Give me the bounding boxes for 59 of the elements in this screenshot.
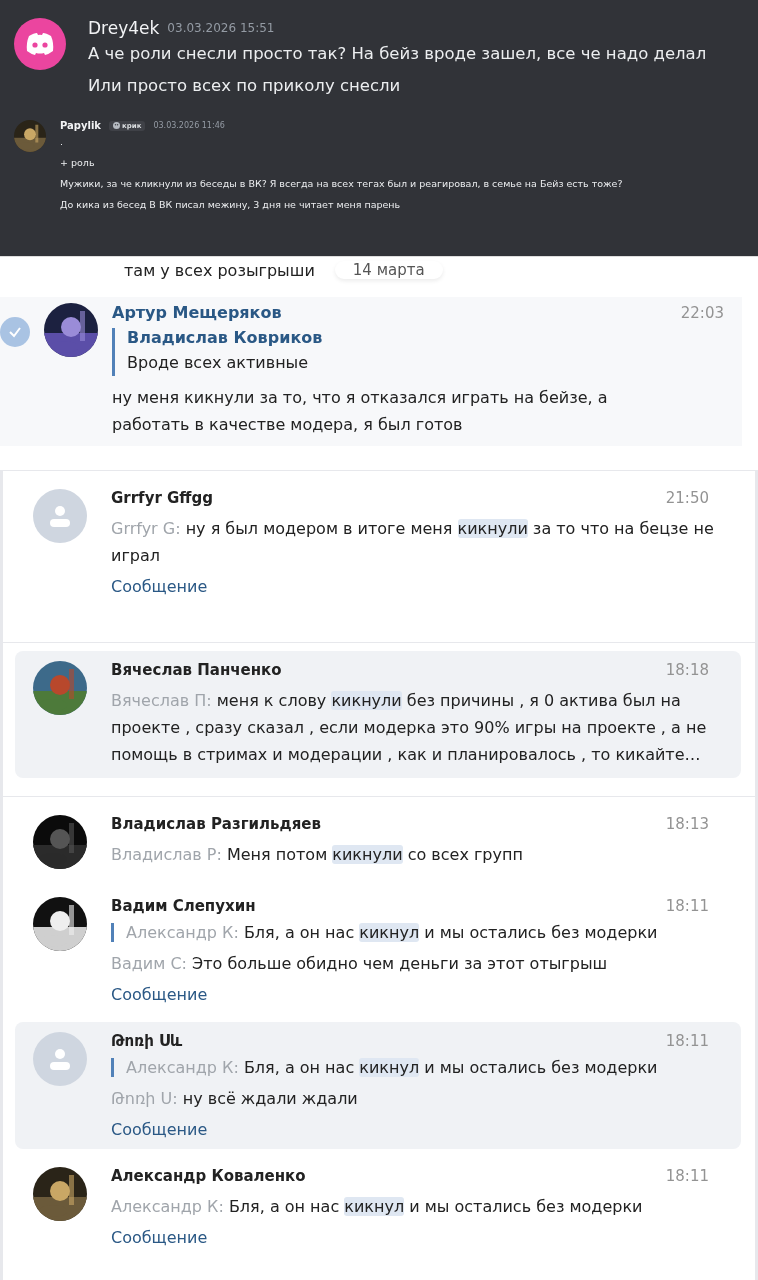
author-name: Александр Коваленко xyxy=(111,1167,306,1185)
message-text: Вячеслав П: меня к слову кикнули без причины , я 0 актива был на проекте , сразу сказал , если модерка это 90% игры на проекте , а не помощь в стримах и модерации , как и планировалось , то кикайте… xyxy=(111,690,708,766)
message-link[interactable]: Сообщение xyxy=(111,1120,727,1139)
message-time: 03.03.2026 11:46 xyxy=(153,121,225,130)
author-name: Grrfyr Gffgg xyxy=(111,489,213,507)
search-result[interactable] xyxy=(15,651,741,778)
message-time: 18:13 xyxy=(665,815,709,833)
search-highlight: кикнули xyxy=(331,691,402,710)
message-text: . xyxy=(60,135,65,149)
message-text: До кика из бесед В ВК писал межину, 3 дня не читает меня парень xyxy=(60,198,402,212)
author-name: Թոռի Սև xyxy=(111,1032,183,1050)
message-text: там у всех розыгрыши xyxy=(124,260,315,280)
search-result[interactable]: Թոռի Սև 18:11 Александр К: Бля, а он нас кикнул и мы остались без модерки Թոռի Ս: ну всё ждали ждали Сообщение xyxy=(15,1022,741,1149)
message-time: 18:11 xyxy=(665,1167,709,1185)
message-text: Вадим С: Это больше обидно чем деньги за этот отыгрыш xyxy=(111,953,609,975)
discord-logo-icon xyxy=(14,18,66,70)
message-time: 03.03.2026 15:51 xyxy=(167,21,275,35)
author-name: Вячеслав Панченко xyxy=(111,661,282,679)
message-text: Grrfyr G: ну я был модером в итоге меня кикнули за то что на бецзе не играл xyxy=(111,518,715,567)
search-result[interactable]: Grrfyr Gffgg 21:50 Grrfyr G: ну я был модером в итоге меня кикнули за то что на бецзе не играл Сообщение xyxy=(15,479,741,606)
search-result[interactable]: Вадим Слепухин 18:11 Александр К: Бля, а он нас кикнул и мы остались без модерки Вадим С: Это больше обидно чем деньги за этот отыгрыш Сообщение xyxy=(15,887,741,1014)
message-text: Владислав Р: Меня потом кикнули со всех групп xyxy=(111,844,524,866)
search-highlight: кикнул xyxy=(344,1197,405,1216)
role-icon xyxy=(113,122,120,129)
message-text: Թոռի Ս: ну всё ждали ждали xyxy=(111,1088,359,1110)
message-text: Мужики, за че кликнули из беседы в ВК? Я всегда на всех тегах был и реагировал, в семье на Бейз есть тоже? xyxy=(60,177,623,191)
author-name: Владислав Разгильдяев xyxy=(111,815,321,833)
message-link[interactable]: Сообщение xyxy=(111,577,727,596)
quoted-message: Александр К: Бля, а он нас кикнул и мы остались без модерки xyxy=(111,923,727,942)
search-highlight: кикнул xyxy=(359,1058,420,1077)
user-icon xyxy=(48,504,72,528)
search-highlight: кикнули xyxy=(332,845,403,864)
message-time: 18:18 xyxy=(665,661,709,679)
user-icon xyxy=(48,1047,72,1071)
author-name[interactable]: Артур Мещеряков xyxy=(112,303,282,322)
reply-author[interactable]: Владислав Ковриков xyxy=(127,328,742,347)
quoted-message: Александр К: Бля, а он нас кикнул и мы остались без модерки xyxy=(111,1058,727,1077)
message-time: 18:11 xyxy=(665,1032,709,1050)
message-time: 22:03 xyxy=(680,303,724,322)
message-time: 21:50 xyxy=(665,489,709,507)
message-text: Александр К: Бля, а он нас кикнул и мы остались без модерки xyxy=(111,1196,644,1218)
message-text: Или просто всех по приколу снесли xyxy=(88,75,402,97)
message-text: + роль xyxy=(60,156,96,170)
search-result[interactable]: Александр Коваленко 18:11 Александр К: Бля, а он нас кикнул и мы остались без модерки Сообщение xyxy=(15,1157,741,1257)
message-link[interactable]: Сообщение xyxy=(111,985,727,1004)
message-link[interactable]: Сообщение xyxy=(111,1228,727,1247)
author-name: Papylik xyxy=(60,120,101,131)
author-name: Drey4ek xyxy=(88,18,160,38)
select-checkbox[interactable] xyxy=(0,317,30,347)
search-highlight: кикнул xyxy=(359,923,420,942)
author-name: Вадим Слепухин xyxy=(111,897,256,915)
date-pill: 14 марта xyxy=(334,261,443,279)
message-text: ну меня кикнули за то, что я отказался играть на бейзе, а работать в качестве модера, я был готов xyxy=(112,387,609,436)
search-highlight: кикнули xyxy=(457,519,528,538)
check-icon xyxy=(8,325,22,339)
search-result[interactable]: Владислав Разгильдяев 18:13 Владислав Р: Меня потом кикнули со всех групп xyxy=(15,805,741,879)
message-text: А че роли снесли просто так? На бейз вроде зашел, все че надо делал xyxy=(88,43,707,65)
reply-text: Вроде всех активные xyxy=(127,352,310,374)
message-time: 18:11 xyxy=(665,897,709,915)
